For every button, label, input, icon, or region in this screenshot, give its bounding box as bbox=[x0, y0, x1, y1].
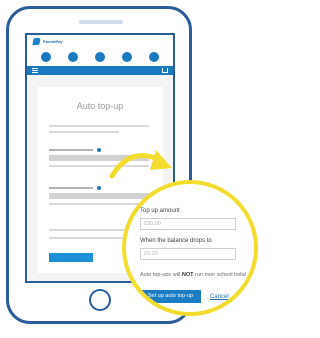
holiday-note-suffix: run over school holid bbox=[193, 272, 246, 278]
illustration: ParentPay Auto top-up Top up amount £30.… bbox=[0, 0, 264, 338]
text-line bbox=[49, 187, 93, 189]
text-line bbox=[49, 165, 149, 167]
nav-item-4[interactable] bbox=[121, 52, 132, 62]
threshold-label: When the balance drops to bbox=[140, 238, 212, 244]
menu-bar bbox=[27, 66, 173, 75]
threshold-input[interactable]: £0.00 bbox=[140, 248, 236, 260]
basket-icon[interactable] bbox=[162, 68, 168, 73]
amount-input[interactable]: £30.00 bbox=[140, 218, 236, 230]
brand-bar: ParentPay bbox=[27, 35, 173, 48]
holiday-note: Auto top-ups will NOT run over school ho… bbox=[140, 272, 246, 278]
nav-item-2[interactable] bbox=[68, 52, 79, 62]
amount-label: Top up amount bbox=[140, 208, 180, 214]
text-line bbox=[49, 125, 149, 127]
magnifier-zoom: Top up amount £30.00 When the balance dr… bbox=[122, 180, 258, 316]
brand-name: ParentPay bbox=[43, 39, 63, 44]
cancel-link[interactable]: Cancel bbox=[210, 294, 229, 300]
setup-button-preview[interactable] bbox=[49, 253, 93, 262]
nav-item-3[interactable] bbox=[94, 52, 105, 62]
setup-auto-topup-button[interactable]: Set up auto top-up bbox=[140, 290, 201, 303]
slider-thumb[interactable] bbox=[97, 186, 101, 190]
holiday-note-prefix: Auto top-ups will bbox=[140, 272, 182, 278]
hamburger-menu-icon[interactable] bbox=[32, 68, 38, 73]
slider-thumb[interactable] bbox=[97, 148, 101, 152]
holiday-note-emphasis: NOT bbox=[181, 272, 194, 278]
home-button[interactable] bbox=[89, 289, 111, 311]
nav-item-5[interactable] bbox=[148, 52, 159, 62]
nav-circles bbox=[27, 48, 173, 66]
text-line bbox=[49, 149, 93, 151]
text-line bbox=[49, 237, 129, 239]
phone-speaker bbox=[79, 20, 123, 24]
brand-logo-icon bbox=[32, 38, 41, 45]
page-title: Auto top-up bbox=[76, 101, 124, 111]
text-line bbox=[49, 131, 119, 133]
amount-slider[interactable] bbox=[49, 155, 149, 161]
nav-item-1[interactable] bbox=[41, 52, 52, 62]
